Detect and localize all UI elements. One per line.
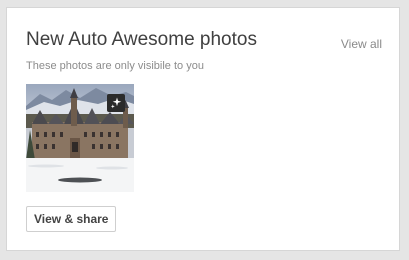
card-subtitle: These photos are only visibile to you xyxy=(26,60,204,72)
auto-awesome-sparkle-icon xyxy=(107,94,125,112)
card-title: New Auto Awesome photos xyxy=(26,29,257,50)
view-and-share-button[interactable]: View & share xyxy=(26,206,117,232)
auto-awesome-card: New Auto Awesome photos View all These p… xyxy=(6,7,400,251)
view-all-link[interactable]: View all xyxy=(341,36,382,52)
photo-thumbnail[interactable] xyxy=(26,84,134,192)
